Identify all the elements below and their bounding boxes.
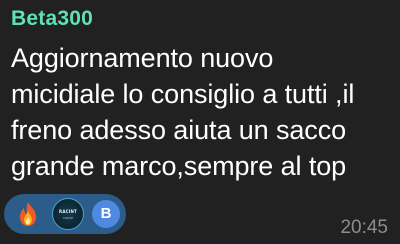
avatar-logo-text: RACINT bbox=[59, 209, 77, 214]
reactions-pill[interactable]: RACINT CORSE B bbox=[4, 194, 126, 234]
message-time: 20:45 bbox=[340, 217, 388, 238]
message-bubble[interactable]: Beta300 Aggiornamento nuovo micidiale lo… bbox=[0, 0, 400, 244]
message-text: Aggiornamento nuovo micidiale lo consigl… bbox=[11, 43, 355, 181]
avatar-logo-sub: CORSE bbox=[62, 216, 74, 220]
reactor-avatar-initial[interactable]: B bbox=[90, 198, 122, 230]
reactor-avatar-logo[interactable]: RACINT CORSE bbox=[52, 198, 84, 230]
fire-emoji-icon bbox=[20, 202, 36, 226]
sender-name[interactable]: Beta300 bbox=[11, 4, 93, 34]
